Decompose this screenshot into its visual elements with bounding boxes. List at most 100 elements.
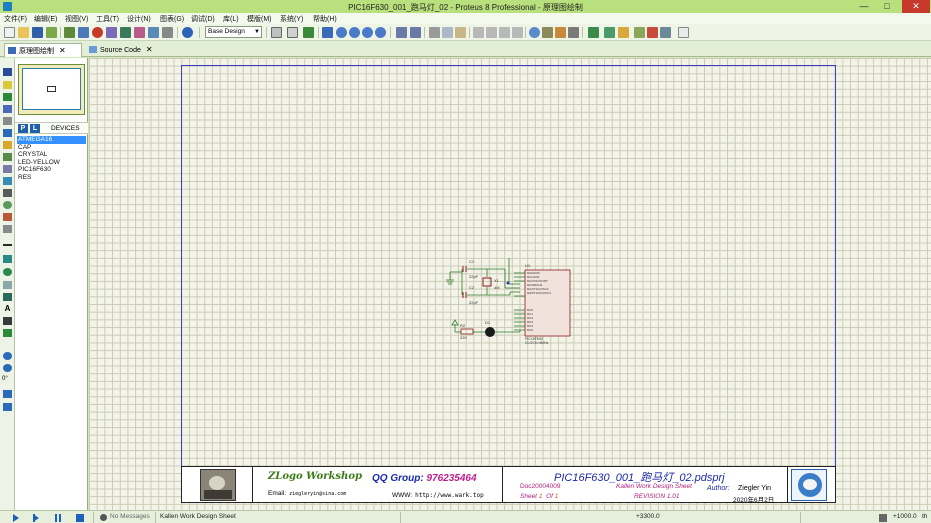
device-item[interactable]: LED-YELLOW xyxy=(17,159,86,167)
menu-library[interactable]: 库(L) xyxy=(223,14,239,24)
wire-autoroute-icon[interactable] xyxy=(542,27,553,38)
close-icon[interactable]: ✕ xyxy=(59,46,66,55)
device-pins-icon[interactable] xyxy=(3,165,12,173)
wire-label-icon[interactable] xyxy=(3,105,12,113)
help-icon[interactable] xyxy=(182,27,193,38)
minimize-button[interactable]: — xyxy=(853,0,875,13)
block-move-icon[interactable] xyxy=(486,27,497,38)
grid-icon[interactable] xyxy=(287,27,298,38)
origin-icon[interactable] xyxy=(303,27,314,38)
redo-icon[interactable] xyxy=(410,27,421,38)
overview-window[interactable] xyxy=(18,64,85,115)
device-item[interactable]: ATMEGA16 xyxy=(17,136,86,144)
new-file-icon[interactable] xyxy=(4,27,15,38)
import-icon[interactable] xyxy=(46,27,57,38)
gerber-icon[interactable] xyxy=(148,27,159,38)
virtual-instruments-icon[interactable] xyxy=(3,225,12,233)
report-icon[interactable] xyxy=(678,27,689,38)
zoom-out-icon[interactable] xyxy=(349,27,360,38)
pcb-icon[interactable] xyxy=(106,27,117,38)
schematic-canvas[interactable]: C1 22pF C2 22pF X1 4M U1 R2 220 D1 PIC16… xyxy=(89,58,931,510)
home-icon[interactable] xyxy=(64,27,75,38)
device-item[interactable]: RES xyxy=(17,174,86,182)
netlist-icon[interactable] xyxy=(588,27,599,38)
menu-tools[interactable]: 工具(T) xyxy=(96,14,119,24)
generator-mode-icon[interactable] xyxy=(3,201,12,209)
play-icon[interactable] xyxy=(13,514,19,522)
symbol-icon[interactable] xyxy=(3,317,12,325)
selection-mode-icon[interactable] xyxy=(3,68,12,76)
device-item[interactable]: CAP xyxy=(17,144,86,152)
packaging-icon[interactable] xyxy=(634,27,645,38)
line-icon[interactable] xyxy=(3,244,12,246)
close-button[interactable]: ✕ xyxy=(902,0,930,13)
block-rotate-icon[interactable] xyxy=(499,27,510,38)
design-select[interactable]: Base Design ▼ xyxy=(205,26,262,38)
zoom-all-icon[interactable] xyxy=(362,27,373,38)
property-assign-icon[interactable] xyxy=(555,27,566,38)
library-icon[interactable] xyxy=(604,27,615,38)
zoom-area-icon[interactable] xyxy=(375,27,386,38)
junction-dot-icon[interactable] xyxy=(3,93,12,101)
menu-view[interactable]: 视图(V) xyxy=(65,14,88,24)
text-script-icon[interactable] xyxy=(3,117,12,125)
close-icon[interactable]: ✕ xyxy=(146,45,153,54)
pan-icon[interactable] xyxy=(322,27,333,38)
menu-help[interactable]: 帮助(H) xyxy=(313,14,337,24)
tools-icon[interactable] xyxy=(568,27,579,38)
copy-icon[interactable] xyxy=(442,27,453,38)
buses-icon[interactable] xyxy=(3,129,12,137)
tape-recorder-icon[interactable] xyxy=(3,189,12,197)
schematic-icon[interactable] xyxy=(78,27,89,38)
marker-icon[interactable] xyxy=(3,329,12,337)
menu-edit[interactable]: 编辑(E) xyxy=(34,14,57,24)
block-copy-icon[interactable] xyxy=(473,27,484,38)
cut-icon[interactable] xyxy=(429,27,440,38)
pick-devices-button[interactable]: P xyxy=(18,124,28,133)
messages-status[interactable]: No Messages xyxy=(110,513,150,520)
block-delete-icon[interactable] xyxy=(512,27,523,38)
graph-mode-icon[interactable] xyxy=(3,177,12,185)
voltage-probe-icon[interactable] xyxy=(3,213,12,221)
maximize-button[interactable]: □ xyxy=(876,0,898,13)
text-icon[interactable]: A xyxy=(3,304,12,313)
stop-icon[interactable] xyxy=(92,27,103,38)
tab-source-code[interactable]: Source Code ✕ xyxy=(86,43,153,57)
menu-debug[interactable]: 调试(D) xyxy=(191,14,215,24)
library-manager-button[interactable]: L xyxy=(30,124,40,133)
refresh-icon[interactable] xyxy=(271,27,282,38)
circle-icon[interactable] xyxy=(3,268,12,276)
menu-system[interactable]: 系统(Y) xyxy=(280,14,303,24)
stop-simulation-icon[interactable] xyxy=(76,514,84,522)
device-item[interactable]: CRYSTAL xyxy=(17,151,86,159)
electrical-rule-icon[interactable] xyxy=(660,27,671,38)
menu-file[interactable]: 文件(F) xyxy=(4,14,27,24)
terminals-icon[interactable] xyxy=(3,153,12,161)
rotate-anticlockwise-icon[interactable] xyxy=(3,364,12,372)
box-icon[interactable] xyxy=(3,255,12,263)
pause-icon[interactable] xyxy=(55,514,57,522)
component-mode-icon[interactable] xyxy=(3,81,12,89)
bom-icon[interactable] xyxy=(134,27,145,38)
rotate-clockwise-icon[interactable] xyxy=(3,352,12,360)
decompose-icon[interactable] xyxy=(647,27,658,38)
3d-view-icon[interactable] xyxy=(120,27,131,38)
source-code-icon[interactable] xyxy=(162,27,173,38)
path-icon[interactable] xyxy=(3,293,12,301)
mirror-x-icon[interactable] xyxy=(3,390,12,398)
subcircuit-icon[interactable] xyxy=(3,141,12,149)
tab-schematic[interactable]: 原理图绘制 ✕ xyxy=(4,43,82,57)
open-folder-icon[interactable] xyxy=(18,27,29,38)
menu-design[interactable]: 设计(N) xyxy=(127,14,151,24)
menu-template[interactable]: 模版(M) xyxy=(247,14,272,24)
save-icon[interactable] xyxy=(32,27,43,38)
search-icon[interactable] xyxy=(529,27,540,38)
make-device-icon[interactable] xyxy=(618,27,629,38)
mirror-y-icon[interactable] xyxy=(3,403,12,411)
menu-graph[interactable]: 图表(G) xyxy=(160,14,184,24)
zoom-in-icon[interactable] xyxy=(336,27,347,38)
undo-icon[interactable] xyxy=(396,27,407,38)
paste-icon[interactable] xyxy=(455,27,466,38)
device-item[interactable]: PIC16F630 xyxy=(17,166,86,174)
arc-icon[interactable] xyxy=(3,281,12,289)
